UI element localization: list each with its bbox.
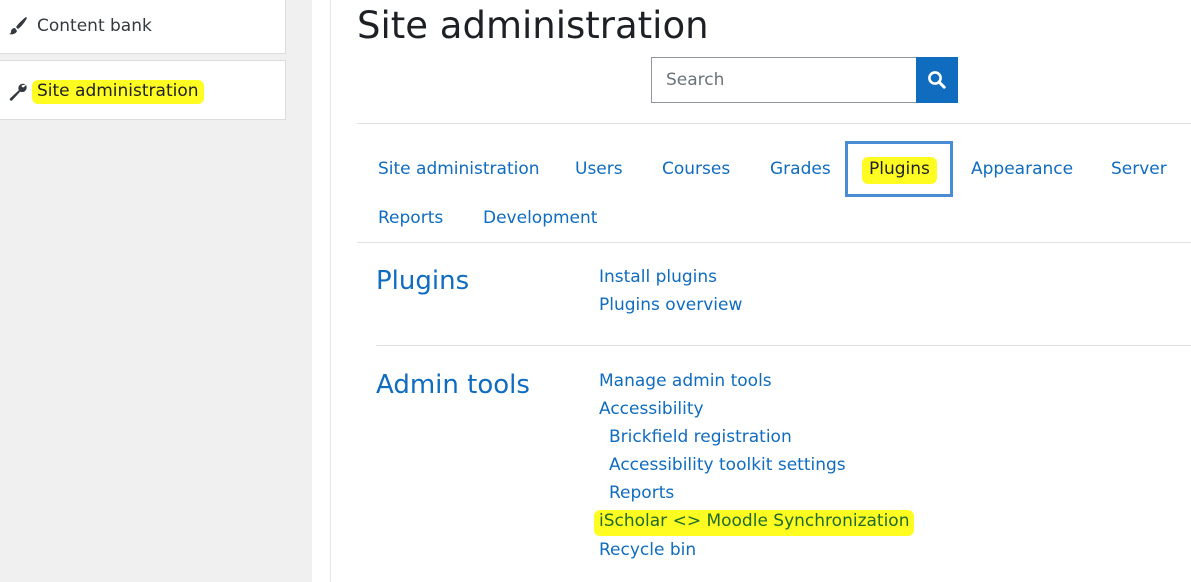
content-divider	[330, 0, 331, 582]
tab-appearance[interactable]: Appearance	[971, 159, 1073, 179]
link-recycle-bin[interactable]: Recycle bin	[599, 540, 696, 560]
tab-plugins[interactable]: Plugins	[862, 157, 937, 184]
link-ischolar-moodle-sync[interactable]: iScholar <> Moodle Synchronization	[594, 510, 915, 536]
link-accessibility[interactable]: Accessibility	[599, 399, 704, 419]
section-heading-admin-tools[interactable]: Admin tools	[376, 370, 530, 400]
sidebar-item-content-bank[interactable]: Content bank	[0, 0, 286, 54]
sidebar-item-label: Site administration	[32, 80, 204, 104]
tab-development[interactable]: Development	[483, 208, 597, 228]
divider	[357, 242, 1191, 243]
sidebar-item-site-administration[interactable]: Site administration	[0, 60, 286, 120]
tab-reports[interactable]: Reports	[378, 208, 443, 228]
divider	[376, 345, 1191, 346]
left-sidebar: Content bank Site administration	[0, 0, 312, 582]
tab-site-administration[interactable]: Site administration	[378, 159, 540, 179]
admin-search	[651, 57, 958, 103]
tab-server[interactable]: Server	[1111, 159, 1167, 179]
tab-grades[interactable]: Grades	[770, 159, 831, 179]
link-manage-admin-tools[interactable]: Manage admin tools	[599, 371, 772, 391]
sidebar-item-label: Content bank	[37, 16, 152, 36]
link-plugins-overview[interactable]: Plugins overview	[599, 295, 742, 315]
search-input[interactable]	[651, 57, 917, 103]
divider	[357, 123, 1191, 124]
search-button[interactable]	[916, 57, 958, 103]
tab-users[interactable]: Users	[575, 159, 623, 179]
link-install-plugins[interactable]: Install plugins	[599, 267, 717, 287]
link-brickfield-registration[interactable]: Brickfield registration	[609, 427, 792, 447]
section-heading-plugins[interactable]: Plugins	[376, 266, 469, 296]
wrench-icon	[9, 83, 27, 101]
page-title: Site administration	[357, 4, 709, 47]
paintbrush-icon	[9, 17, 27, 35]
search-icon	[928, 71, 946, 89]
link-accessibility-toolkit-settings[interactable]: Accessibility toolkit settings	[609, 455, 846, 475]
tab-courses[interactable]: Courses	[662, 159, 730, 179]
link-reports[interactable]: Reports	[609, 483, 674, 503]
